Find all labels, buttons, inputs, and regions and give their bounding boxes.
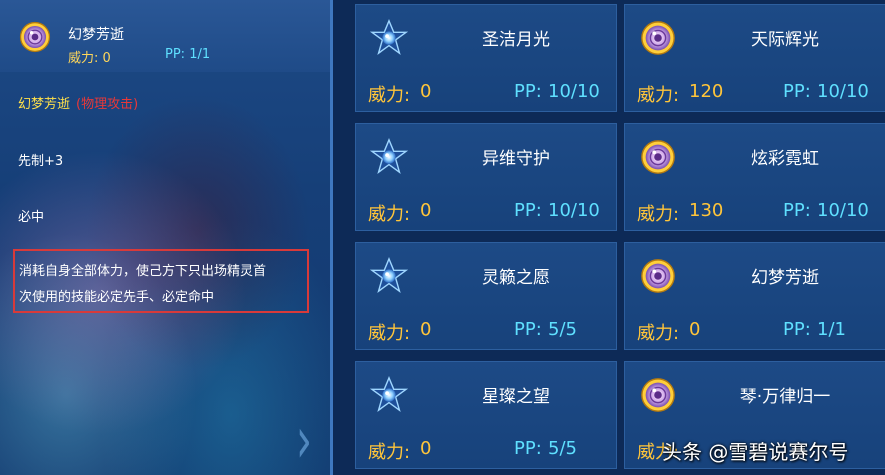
pp-label: PP:	[514, 200, 542, 221]
power-label: 威力:	[637, 204, 680, 225]
orb-icon	[639, 19, 677, 57]
power-value: 0	[420, 200, 432, 221]
next-arrow-icon[interactable]: ›	[296, 404, 312, 475]
orb-icon	[639, 138, 677, 176]
skill-card[interactable]: 灵籁之愿 威力: 0 PP: 5/5	[355, 242, 617, 350]
pp-value: 5/5	[548, 438, 577, 459]
orb-icon	[639, 376, 677, 414]
watermark: 头条 @雪碧说赛尔号	[662, 440, 849, 464]
skill-name: 圣洁月光	[482, 30, 550, 50]
skill-detail-name: 幻梦芳逝	[18, 97, 71, 112]
skill-description-line-2: 次使用的技能必定先手、必定命中	[19, 290, 215, 305]
power-label: 威力:	[637, 323, 680, 344]
skill-card[interactable]: 星璨之望 威力: 0 PP: 5/5	[355, 361, 617, 469]
pp-label: PP:	[783, 81, 811, 102]
skill-description-line-1: 消耗自身全部体力，使己方下只出场精灵首	[19, 264, 267, 279]
skill-name: 灵籁之愿	[482, 268, 550, 288]
power-value: 0	[420, 319, 432, 340]
power-value: 0	[420, 438, 432, 459]
skill-card[interactable]: 炫彩霓虹 威力: 130 PP: 10/10	[624, 123, 885, 231]
skill-name: 异维守护	[482, 149, 550, 169]
skill-name: 炫彩霓虹	[751, 149, 819, 169]
power-label: 威力:	[368, 442, 411, 463]
skill-detail-name-line: 幻梦芳逝 (物理攻击)	[18, 93, 138, 112]
pp-value: 10/10	[548, 200, 600, 221]
power-label: 威力:	[368, 85, 411, 106]
pp-value: 10/10	[817, 81, 869, 102]
star-icon	[370, 257, 408, 295]
skill-detail-title: 幻梦芳逝	[68, 27, 124, 43]
skill-name: 幻梦芳逝	[751, 268, 819, 288]
skill-card[interactable]: 幻梦芳逝 威力: 0 PP: 1/1	[624, 242, 885, 350]
pp-value: 10/10	[548, 81, 600, 102]
power-value: 0	[420, 81, 432, 102]
pp-value: 5/5	[548, 319, 577, 340]
skill-name: 天际辉光	[751, 30, 819, 50]
power-label: 威力:	[368, 323, 411, 344]
pp-label: PP:	[783, 200, 811, 221]
skill-detail-header: 幻梦芳逝 威力: 0 PP: 1/1	[0, 0, 330, 72]
power-value: 0	[689, 319, 701, 340]
skill-card[interactable]: 异维守护 威力: 0 PP: 10/10	[355, 123, 617, 231]
pp-label: PP:	[514, 438, 542, 459]
skill-detail-accuracy: 必中	[18, 210, 45, 225]
pp-label: PP:	[783, 319, 811, 340]
pp-value: 1/1	[817, 319, 846, 340]
skill-name: 琴·万律归一	[739, 387, 831, 407]
skill-description: 消耗自身全部体力，使己方下只出场精灵首 次使用的技能必定先手、必定命中	[13, 249, 309, 313]
star-icon	[370, 376, 408, 414]
skill-detail-priority: 先制+3	[18, 154, 64, 169]
power-value: 120	[689, 81, 724, 102]
star-icon	[370, 138, 408, 176]
power-label: 威力:	[637, 85, 680, 106]
pp-label: PP:	[514, 81, 542, 102]
pp-label: PP:	[514, 319, 542, 340]
star-icon	[370, 19, 408, 57]
power-label: 威力:	[368, 204, 411, 225]
orb-icon	[18, 20, 52, 54]
pp-value: 10/10	[817, 200, 869, 221]
skill-card[interactable]: 天际辉光 威力: 120 PP: 10/10	[624, 4, 885, 112]
skill-name: 星璨之望	[482, 387, 550, 407]
skill-detail-power: 威力: 0	[68, 51, 111, 66]
skill-card[interactable]: 圣洁月光 威力: 0 PP: 10/10	[355, 4, 617, 112]
skill-detail-pp: PP: 1/1	[165, 47, 211, 62]
power-value: 130	[689, 200, 724, 221]
skill-detail-category: (物理攻击)	[76, 97, 139, 112]
skill-detail-panel: 幻梦芳逝 威力: 0 PP: 1/1 幻梦芳逝 (物理攻击) 先制+3 必中 消耗…	[0, 0, 333, 475]
orb-icon	[639, 257, 677, 295]
